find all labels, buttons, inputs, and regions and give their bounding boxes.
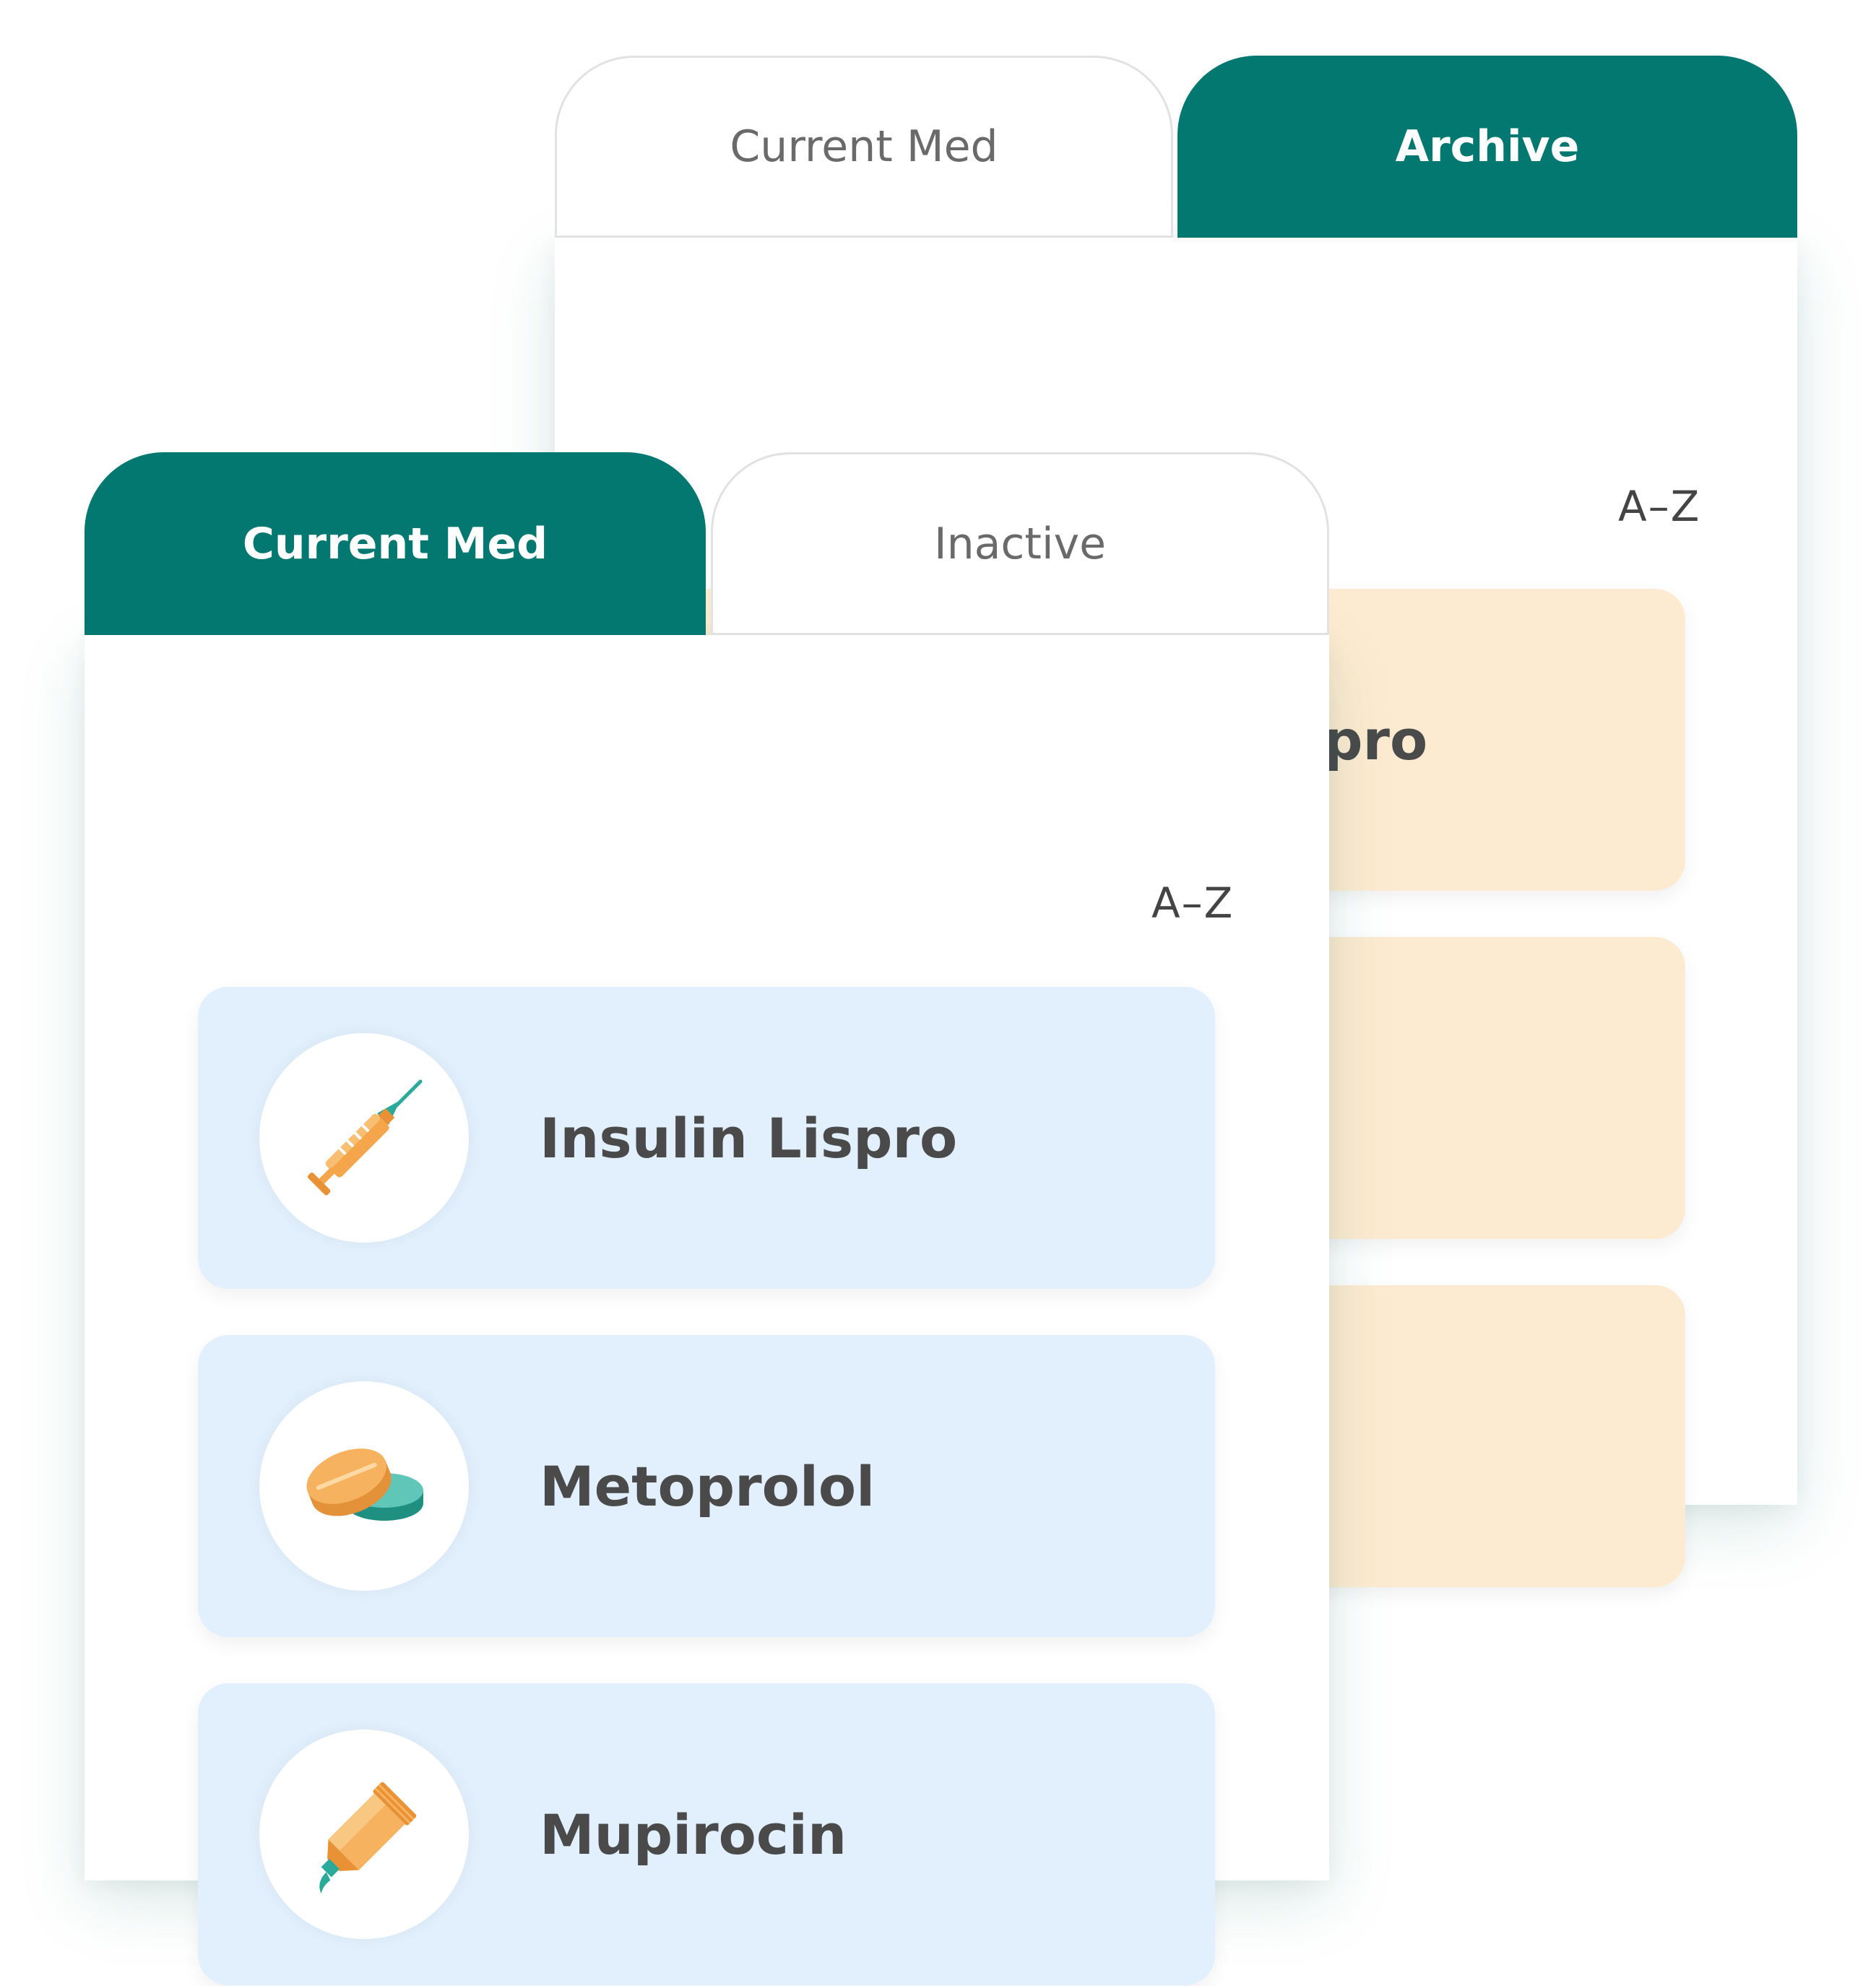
sort-a-z-button[interactable]: A–Z <box>1151 878 1234 928</box>
tab-archive[interactable]: Archive <box>1177 56 1797 238</box>
med-card-mupirocin[interactable]: Mupirocin <box>198 1683 1215 1985</box>
sort-a-z-button[interactable]: A–Z <box>1618 482 1700 531</box>
current-med-panel: Current Med Inactive A–Z Insulin Lispro … <box>85 452 1329 1985</box>
pill-tablets-icon <box>259 1381 469 1591</box>
tab-current-med[interactable]: Current Med <box>85 452 706 635</box>
current-med-list-container: A–Z Insulin Lispro Metoprolol Mupirocin <box>85 635 1329 1985</box>
med-card-insulin-lispro[interactable]: Insulin Lispro <box>198 987 1215 1289</box>
ointment-tube-icon <box>259 1730 469 1939</box>
med-name: Mupirocin <box>540 1802 847 1867</box>
medication-screens: Current Med Archive A–Z Insulin Lispro C… <box>0 0 1876 1986</box>
tab-inactive[interactable]: Inactive <box>711 452 1329 635</box>
med-name: Insulin Lispro <box>540 1105 958 1170</box>
tab-current-med[interactable]: Current Med <box>555 56 1173 238</box>
med-card-metoprolol[interactable]: Metoprolol <box>198 1335 1215 1637</box>
syringe-icon <box>259 1033 469 1243</box>
med-name: Metoprolol <box>540 1454 876 1519</box>
